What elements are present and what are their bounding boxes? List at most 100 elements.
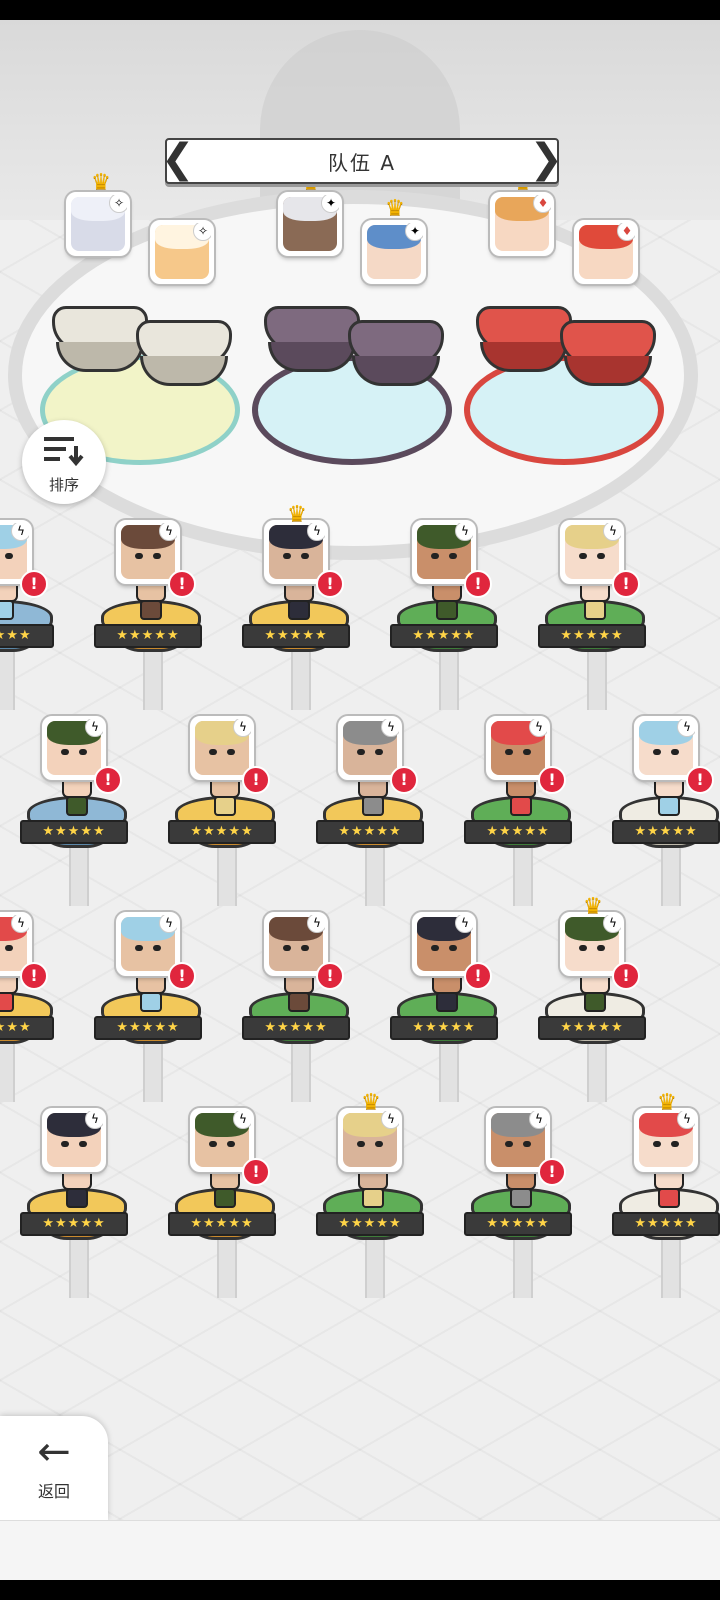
team-formation-screen: ♛ ✧ ✧ ♛ ✦ ♛ ✦ ♛ ♦ ♦ ❮ 队伍 A ❯ ★★★★★ϟ!★★★★…: [0, 20, 720, 1520]
star-rating: ★★★★★: [242, 624, 350, 648]
team-pedestal[interactable]: [52, 306, 148, 378]
roster-hero-slot[interactable]: ★★★★★ ϟ ♛!: [242, 504, 354, 710]
star-rating: ★★★★★: [464, 1212, 572, 1236]
alert-badge: !: [686, 766, 714, 794]
element-icon: ϟ: [381, 1111, 399, 1129]
roster-hero-slot[interactable]: ★★★★★ ϟ ♛: [316, 1092, 428, 1298]
star-rating: ★★★★★: [316, 1212, 424, 1236]
roster-hero-slot[interactable]: ★★★★★ ϟ!: [242, 912, 354, 1102]
sort-label: 排序: [48, 476, 79, 494]
roster-hero-slot[interactable]: ★★★★★ ϟ!: [0, 520, 58, 710]
star-rating: ★★★★★: [390, 1016, 498, 1040]
element-icon: ϟ: [455, 915, 473, 933]
star-rating: ★★★★★: [464, 820, 572, 844]
dark-element-icon: ✦: [321, 195, 339, 213]
team-pedestal[interactable]: [476, 306, 572, 378]
star-rating: ★★★★★: [20, 1212, 128, 1236]
crown-icon: ♛: [385, 196, 405, 221]
roster-hero-slot[interactable]: ★★★★★ ϟ!: [612, 716, 720, 906]
roster-hero-slot[interactable]: ★★★★★ ϟ!: [538, 520, 650, 710]
element-icon: ϟ: [159, 915, 177, 933]
star-rating: ★★★★★: [538, 624, 646, 648]
alert-badge: !: [168, 570, 196, 598]
arrow-left-icon: ←: [37, 1429, 71, 1475]
back-label: 返回: [37, 1482, 70, 1501]
alert-badge: !: [390, 766, 418, 794]
star-rating: ★★★★★: [94, 624, 202, 648]
hero-portrait[interactable]: ϟ: [634, 1108, 698, 1172]
element-icon: ϟ: [677, 719, 695, 737]
alert-badge: !: [612, 962, 640, 990]
element-icon: ϟ: [381, 719, 399, 737]
roster-hero-slot[interactable]: ★★★★★ ϟ!: [464, 716, 576, 906]
roster-hero-slot[interactable]: ★★★★★ ϟ ♛: [612, 1092, 720, 1298]
alert-badge: !: [242, 1158, 270, 1186]
element-icon: ϟ: [11, 915, 29, 933]
crown-icon: ♛: [91, 170, 111, 195]
alert-badge: !: [538, 1158, 566, 1186]
team-pedestal[interactable]: [136, 320, 232, 392]
roster-hero-slot[interactable]: ★★★★★ ϟ!: [168, 1108, 280, 1298]
alert-badge: !: [464, 570, 492, 598]
alert-badge: !: [168, 962, 196, 990]
team-selector: ❮ 队伍 A ❯: [161, 136, 563, 184]
roster-hero-slot[interactable]: ★★★★★ ϟ: [20, 1108, 132, 1298]
back-button[interactable]: ← 返回: [0, 1416, 108, 1520]
roster-hero-slot[interactable]: ★★★★★ ϟ!: [94, 520, 206, 710]
element-icon: ϟ: [159, 523, 177, 541]
roster-hero-slot[interactable]: ★★★★★ ϟ!: [168, 716, 280, 906]
star-rating: ★★★★★: [94, 1016, 202, 1040]
team-pedestal[interactable]: [560, 320, 656, 392]
team-hero-portrait[interactable]: ✦: [362, 220, 426, 284]
star-rating: ★★★★★: [538, 1016, 646, 1040]
roster-hero-slot[interactable]: ★★★★★ ϟ!: [20, 716, 132, 906]
star-rating: ★★★★★: [390, 624, 498, 648]
hero-sprite: [646, 1166, 692, 1210]
roster-hero-slot[interactable]: ★★★★★ ϟ!: [390, 520, 502, 710]
alert-badge: !: [94, 766, 122, 794]
system-nav-bar: [0, 1580, 720, 1600]
roster-hero-slot[interactable]: ★★★★★ ϟ!: [390, 912, 502, 1102]
status-bar: [0, 0, 720, 20]
roster-hero-slot[interactable]: ★★★★★ ϟ!: [464, 1108, 576, 1298]
chevron-left-icon[interactable]: ❮: [161, 136, 195, 182]
fire-element-icon: ♦: [617, 223, 635, 241]
roster-hero-slot[interactable]: ★★★★★ ϟ!: [0, 912, 58, 1102]
chevron-right-icon[interactable]: ❯: [529, 136, 563, 182]
team-hero-portrait[interactable]: ♦: [574, 220, 638, 284]
alert-badge: !: [20, 570, 48, 598]
team-hero-portrait[interactable]: ✦: [278, 192, 342, 256]
crown-icon: ♛: [287, 502, 307, 527]
star-rating: ★★★★★: [0, 1016, 54, 1040]
bottom-bar: [0, 1520, 720, 1581]
team-pedestal[interactable]: [348, 320, 444, 392]
fire-element-icon: ♦: [533, 195, 551, 213]
star-rating: ★★★★★: [168, 820, 276, 844]
hero-portrait[interactable]: ϟ: [338, 1108, 402, 1172]
crown-icon: ♛: [361, 1090, 381, 1115]
star-rating: ★★★★★: [168, 1212, 276, 1236]
light-element-icon: ✧: [193, 223, 211, 241]
team-pedestal[interactable]: [264, 306, 360, 378]
hero-portrait[interactable]: ϟ: [42, 1108, 106, 1172]
team-hero-portrait[interactable]: ✧: [66, 192, 130, 256]
element-icon: ϟ: [603, 915, 621, 933]
roster-hero-slot[interactable]: ★★★★★ ϟ!: [316, 716, 428, 906]
sort-button[interactable]: 排序: [22, 420, 106, 504]
element-icon: ϟ: [85, 1111, 103, 1129]
crown-icon: ♛: [583, 894, 603, 919]
hero-sprite: [350, 1166, 396, 1210]
team-hero-portrait[interactable]: ✧: [150, 220, 214, 284]
alert-badge: !: [464, 962, 492, 990]
alert-badge: !: [612, 570, 640, 598]
alert-badge: !: [316, 570, 344, 598]
star-rating: ★★★★★: [0, 624, 54, 648]
element-icon: ϟ: [307, 523, 325, 541]
team-title: 队伍 A: [327, 150, 397, 175]
light-element-icon: ✧: [109, 195, 127, 213]
element-icon: ϟ: [529, 719, 547, 737]
element-icon: ϟ: [307, 915, 325, 933]
roster-hero-slot[interactable]: ★★★★★ ϟ ♛!: [538, 896, 650, 1102]
roster-hero-slot[interactable]: ★★★★★ ϟ!: [94, 912, 206, 1102]
team-hero-portrait[interactable]: ♦: [490, 192, 554, 256]
